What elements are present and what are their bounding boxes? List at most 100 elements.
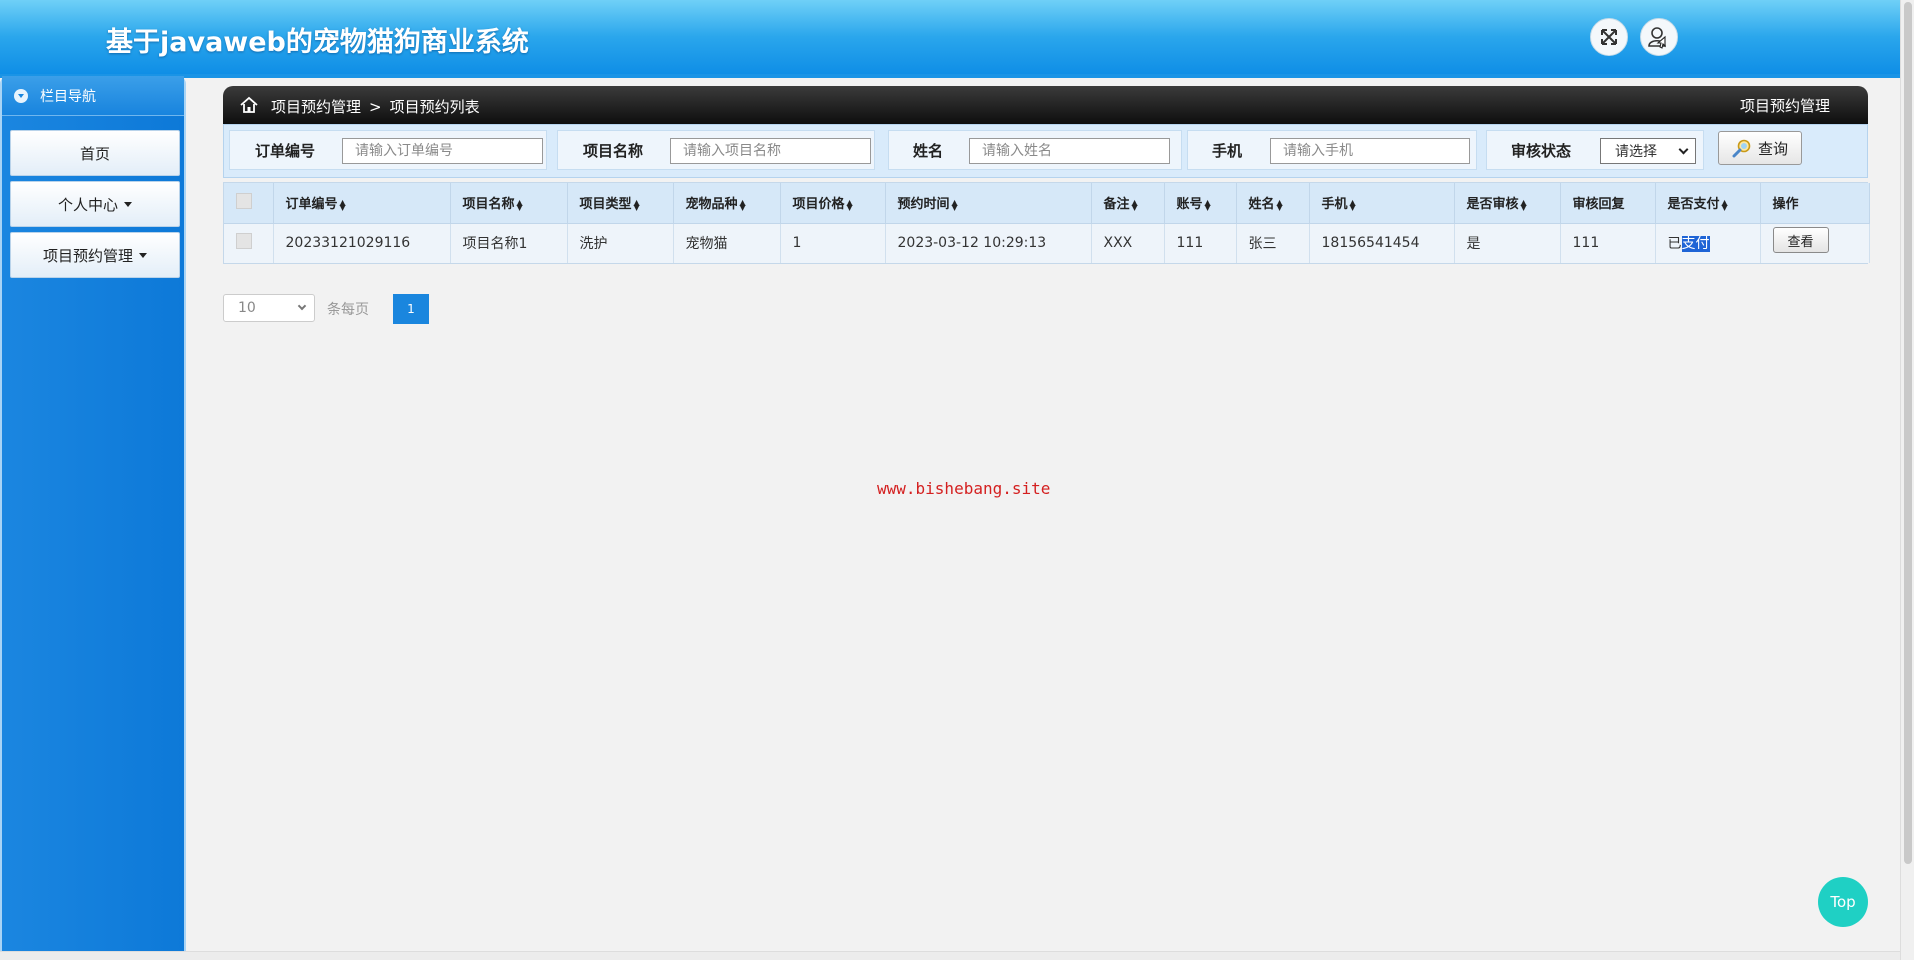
cell-project-type: 洗护 <box>567 223 674 263</box>
sidebar-item-label: 个人中心 <box>57 195 118 214</box>
breadcrumb-page: 项目预约列表 <box>389 98 480 116</box>
user-button[interactable] <box>1640 18 1678 56</box>
page-size-select[interactable]: 10 <box>223 294 315 322</box>
select-all-checkbox[interactable] <box>236 192 252 209</box>
project-name-label: 项目名称 <box>582 141 643 160</box>
sidebar-item-label: 项目预约管理 <box>42 246 133 265</box>
collapse-icon[interactable] <box>14 88 28 103</box>
phone-input[interactable] <box>1270 138 1470 164</box>
status-select[interactable]: 请选择 <box>1600 138 1696 164</box>
column-header[interactable]: 是否审核 ▲ ▼ <box>1454 183 1561 224</box>
panel-title: 项目预约管理 <box>1739 97 1830 115</box>
sidebar-item-personal-center[interactable]: 个人中心 <box>10 181 180 227</box>
order-no-label: 订单编号 <box>254 141 315 160</box>
search-bar: 订单编号 项目名称 姓名 手机 审核状态 请选择 查询 <box>223 124 1868 178</box>
horizontal-scrollbar[interactable] <box>0 951 1900 960</box>
column-header: 操作 <box>1760 183 1870 224</box>
per-page-label: 条每页 <box>327 302 369 318</box>
row-select-cell <box>224 223 274 263</box>
search-group-project-name: 项目名称 <box>557 130 875 170</box>
app-title: 基于javaweb的宠物猫狗商业系统 <box>106 27 529 58</box>
fullscreen-button[interactable] <box>1590 18 1628 56</box>
cell-account: 111 <box>1164 223 1237 263</box>
cell-actions: 查看 <box>1760 223 1870 263</box>
status-select-value: 请选择 <box>1615 144 1657 160</box>
order-no-input[interactable] <box>342 138 543 164</box>
sort-icon: ▲ ▼ <box>1204 197 1211 212</box>
page-size-value: 10 <box>238 300 256 316</box>
table-header-row: 订单编号 ▲ ▼ 项目名称 ▲ ▼ 项目类型 ▲ ▼ 宠物品种 ▲ ▼ 项目价格 ▲ ▼ 预约时间 ▲… <box>224 183 1870 224</box>
vertical-scrollbar[interactable] <box>1900 0 1914 960</box>
cell-name: 张三 <box>1236 223 1310 263</box>
sidebar-heading-label: 栏目导航 <box>40 88 96 105</box>
sort-icon: ▲ ▼ <box>339 197 346 212</box>
column-header[interactable]: 项目价格 ▲ ▼ <box>780 183 886 224</box>
watermark: www.bishebang.site <box>877 479 1051 498</box>
select-all-cell <box>224 183 274 224</box>
cell-pet-breed: 宠物猫 <box>673 223 781 263</box>
sort-icon: ▲ ▼ <box>516 197 523 212</box>
sort-icon: ▲ ▼ <box>1721 197 1728 212</box>
cell-price: 1 <box>780 223 886 263</box>
sort-icon: ▲ ▼ <box>1276 197 1283 212</box>
sidebar-item-label: 首页 <box>79 144 110 163</box>
sort-icon: ▲ ▼ <box>633 197 640 212</box>
column-header[interactable]: 订单编号 ▲ ▼ <box>273 183 451 224</box>
column-header[interactable]: 项目名称 ▲ ▼ <box>450 183 568 224</box>
sort-icon: ▲ ▼ <box>1349 197 1356 212</box>
cell-paid: 已支付 <box>1655 223 1761 263</box>
column-header[interactable]: 手机 ▲ ▼ <box>1309 183 1455 224</box>
sort-icon: ▲ ▼ <box>1131 197 1138 212</box>
chevron-down-icon <box>1678 144 1689 155</box>
cell-reviewed: 是 <box>1454 223 1561 263</box>
column-header: 审核回复 <box>1560 183 1656 224</box>
cell-reply: 111 <box>1560 223 1656 263</box>
cell-time: 2023-03-12 10:29:13 <box>885 223 1092 263</box>
view-button[interactable]: 查看 <box>1772 227 1829 254</box>
search-group-status: 审核状态 请选择 <box>1486 130 1704 170</box>
user-icon <box>1648 27 1666 49</box>
search-group-order-no: 订单编号 <box>229 130 547 170</box>
caret-down-icon <box>124 201 132 207</box>
caret-down-icon <box>139 252 147 258</box>
column-header[interactable]: 预约时间 ▲ ▼ <box>885 183 1092 224</box>
cell-project-name: 项目名称1 <box>450 223 568 263</box>
app-header: 基于javaweb的宠物猫狗商业系统 <box>0 0 1900 78</box>
search-group-name: 姓名 <box>888 130 1182 170</box>
column-header[interactable]: 姓名 ▲ ▼ <box>1236 183 1310 224</box>
back-to-top-button[interactable]: Top <box>1818 877 1868 927</box>
cell-phone: 18156541454 <box>1309 223 1455 263</box>
query-button[interactable]: 查询 <box>1718 131 1802 165</box>
column-header[interactable]: 宠物品种 ▲ ▼ <box>673 183 781 224</box>
page-number-current[interactable]: 1 <box>393 294 429 324</box>
column-header[interactable]: 备注 ▲ ▼ <box>1091 183 1165 224</box>
search-group-phone: 手机 <box>1187 130 1477 170</box>
breadcrumb: 项目预约管理 > 项目预约列表 项目预约管理 <box>223 86 1868 124</box>
column-header[interactable]: 账号 ▲ ▼ <box>1164 183 1237 224</box>
name-label: 姓名 <box>912 141 943 160</box>
booking-table: 订单编号 ▲ ▼ 项目名称 ▲ ▼ 项目类型 ▲ ▼ 宠物品种 ▲ ▼ 项目价格 ▲ ▼ 预约时间 ▲… <box>223 182 1870 264</box>
phone-label: 手机 <box>1211 141 1242 160</box>
sort-icon: ▲ ▼ <box>739 197 746 212</box>
breadcrumb-separator: > <box>369 98 382 116</box>
chevron-down-icon <box>297 301 307 311</box>
project-name-input[interactable] <box>670 138 871 164</box>
cell-order-no: 20233121029116 <box>273 223 451 263</box>
column-header[interactable]: 项目类型 ▲ ▼ <box>567 183 674 224</box>
breadcrumb-section[interactable]: 项目预约管理 <box>271 98 361 116</box>
sidebar-item-booking-management[interactable]: 项目预约管理 <box>10 232 180 278</box>
selected-text: 支付 <box>1681 236 1710 253</box>
expand-icon <box>1601 29 1617 45</box>
row-checkbox[interactable] <box>236 233 252 250</box>
table-row: 20233121029116 项目名称1 洗护 宠物猫 1 2023-03-12… <box>224 223 1870 263</box>
sort-icon: ▲ ▼ <box>951 197 958 212</box>
column-header[interactable]: 是否支付 ▲ ▼ <box>1655 183 1761 224</box>
scrollbar-thumb[interactable] <box>1904 2 1912 864</box>
query-button-label: 查询 <box>1757 139 1788 158</box>
sidebar-heading: 栏目导航 <box>2 76 184 116</box>
name-input[interactable] <box>969 138 1170 164</box>
sidebar-item-home[interactable]: 首页 <box>10 130 180 176</box>
home-icon[interactable] <box>239 96 259 114</box>
status-label: 审核状态 <box>1510 141 1571 160</box>
sort-icon: ▲ ▼ <box>846 197 853 212</box>
